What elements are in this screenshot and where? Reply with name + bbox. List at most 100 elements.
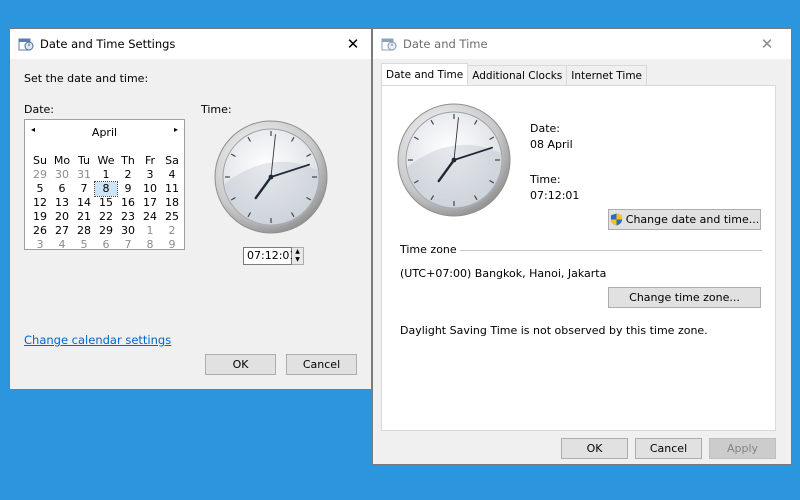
- calendar-day[interactable]: 19: [29, 210, 51, 224]
- clock-center-pin: [268, 174, 274, 180]
- calendar-day[interactable]: 7: [117, 238, 139, 252]
- analog-clock-face: [397, 103, 511, 217]
- calendar-week-row: 5 6 7 8 9 10 11: [29, 181, 183, 197]
- calendar-day[interactable]: 30: [117, 224, 139, 238]
- calendar-day[interactable]: 5: [29, 182, 51, 196]
- date-value: 08 April: [530, 138, 573, 151]
- calendar-day[interactable]: 4: [161, 168, 183, 182]
- calendar-day[interactable]: 4: [51, 238, 73, 252]
- weekday-label: Sa: [165, 154, 179, 167]
- main-ok-button[interactable]: OK: [561, 438, 628, 459]
- weekday-label: Su: [33, 154, 47, 167]
- calendar-day[interactable]: 6: [51, 182, 73, 196]
- calendar-header: ◂ April ▸: [25, 120, 184, 140]
- calendar-day[interactable]: 12: [29, 196, 51, 210]
- main-title: Date and Time: [403, 37, 488, 51]
- settings-ok-button[interactable]: OK: [205, 354, 276, 375]
- calendar-day[interactable]: 9: [161, 238, 183, 252]
- calendar-day[interactable]: 29: [95, 224, 117, 238]
- tab-internet-time[interactable]: Internet Time: [566, 65, 648, 85]
- calendar-week-row: 19 20 21 22 23 24 25: [29, 210, 183, 224]
- calendar-day[interactable]: 14: [73, 196, 95, 210]
- date-time-dialog: Date and Time ✕ Date and Time Additional…: [372, 28, 792, 465]
- time-spin-buttons: ▲ ▼: [292, 247, 304, 265]
- settings-instruction: Set the date and time:: [24, 72, 149, 85]
- settings-title: Date and Time Settings: [40, 37, 176, 51]
- change-timezone-button[interactable]: Change time zone...: [608, 287, 761, 308]
- uac-shield-icon: [610, 213, 622, 226]
- spin-up-icon[interactable]: ▲: [292, 248, 303, 256]
- calendar-day[interactable]: 6: [95, 238, 117, 252]
- close-icon: ✕: [760, 35, 774, 53]
- calendar-day[interactable]: 10: [139, 182, 161, 196]
- settings-time-label: Time:: [201, 103, 232, 116]
- calendar-day[interactable]: 1: [139, 224, 161, 238]
- analog-clock: [213, 119, 329, 238]
- calendar-day[interactable]: 3: [139, 168, 161, 182]
- settings-date-label: Date:: [24, 103, 54, 116]
- time-spinner: 07:12:01 ▲ ▼: [243, 247, 308, 265]
- calendar-day[interactable]: 9: [117, 182, 139, 196]
- calendar-day[interactable]: 11: [161, 182, 183, 196]
- settings-cancel-button[interactable]: Cancel: [286, 354, 357, 375]
- calendar-week-row: 26 27 28 29 30 1 2: [29, 224, 183, 238]
- calendar-week-row: 12 13 14 15 16 17 18: [29, 196, 183, 210]
- calendar-week-row: 3456789: [29, 238, 183, 252]
- calendar-day[interactable]: 23: [117, 210, 139, 224]
- calendar-day[interactable]: 2: [161, 224, 183, 238]
- calendar-day[interactable]: 16: [117, 196, 139, 210]
- weekday-label: We: [97, 154, 115, 167]
- main-close-button[interactable]: ✕: [753, 33, 781, 55]
- calendar-next-icon[interactable]: ▸: [174, 125, 178, 134]
- calendar-day[interactable]: 30: [51, 168, 73, 182]
- change-calendar-settings-link[interactable]: Change calendar settings: [24, 333, 171, 347]
- date-time-settings-dialog: Date and Time Settings ✕ Set the date an…: [9, 28, 372, 390]
- calendar-day[interactable]: 24: [139, 210, 161, 224]
- tab-date-and-time[interactable]: Date and Time: [381, 63, 469, 85]
- time-input[interactable]: 07:12:01: [243, 247, 296, 265]
- calendar-day[interactable]: 31: [73, 168, 95, 182]
- time-value: 07:12:01: [530, 189, 580, 202]
- calendar-day[interactable]: 18: [161, 196, 183, 210]
- main-apply-button: Apply: [709, 438, 776, 459]
- calendar-day[interactable]: 8: [94, 181, 118, 197]
- weekday-label: Fr: [144, 154, 156, 167]
- calendar-day[interactable]: 25: [161, 210, 183, 224]
- main-cancel-button[interactable]: Cancel: [635, 438, 702, 459]
- calendar-day[interactable]: 7: [73, 182, 95, 196]
- calendar-day[interactable]: 29: [29, 168, 51, 182]
- weekday-label: Tu: [77, 154, 91, 167]
- calendar-day[interactable]: 28: [73, 224, 95, 238]
- timezone-divider: [460, 250, 762, 251]
- calendar-day[interactable]: 17: [139, 196, 161, 210]
- calendar-day[interactable]: 15: [95, 196, 117, 210]
- calendar-day[interactable]: 3: [29, 238, 51, 252]
- calendar-day[interactable]: 21: [73, 210, 95, 224]
- datetime-app-icon: [18, 38, 34, 51]
- calendar-day[interactable]: 2: [117, 168, 139, 182]
- spin-down-icon[interactable]: ▼: [292, 256, 303, 264]
- calendar-day[interactable]: 22: [95, 210, 117, 224]
- calendar-day[interactable]: 20: [51, 210, 73, 224]
- time-label: Time:: [530, 173, 561, 186]
- settings-titlebar[interactable]: Date and Time Settings ✕: [10, 29, 371, 59]
- change-date-time-button[interactable]: Change date and time...: [608, 209, 761, 230]
- datetime-app-icon: [381, 38, 397, 51]
- calendar-day[interactable]: 27: [51, 224, 73, 238]
- calendar-grid: Su Mo Tu We Th Fr Sa 29 30 31 1 2 3 4 5 6 7 8 9 10 11 12 13 14 1…: [29, 154, 183, 252]
- timezone-value: (UTC+07:00) Bangkok, Hanoi, Jakarta: [400, 267, 607, 280]
- calendar-day[interactable]: 26: [29, 224, 51, 238]
- analog-clock: [396, 102, 512, 221]
- calendar-day[interactable]: 1: [95, 168, 117, 182]
- calendar-day[interactable]: 8: [139, 238, 161, 252]
- main-titlebar[interactable]: Date and Time ✕: [373, 29, 791, 59]
- close-icon: ✕: [346, 35, 360, 53]
- calendar-day[interactable]: 5: [73, 238, 95, 252]
- settings-close-button[interactable]: ✕: [339, 33, 367, 55]
- month-calendar: ◂ April ▸ Su Mo Tu We Th Fr Sa 29 30 31 1 2 3 4 5 6 7 8 9 1…: [24, 119, 185, 252]
- calendar-day[interactable]: 13: [51, 196, 73, 210]
- calendar-month-title[interactable]: April: [25, 126, 184, 139]
- clock-center-pin: [451, 157, 457, 163]
- tab-additional-clocks[interactable]: Additional Clocks: [467, 65, 568, 85]
- tab-strip: Date and Time Additional Clocks Internet…: [381, 63, 648, 85]
